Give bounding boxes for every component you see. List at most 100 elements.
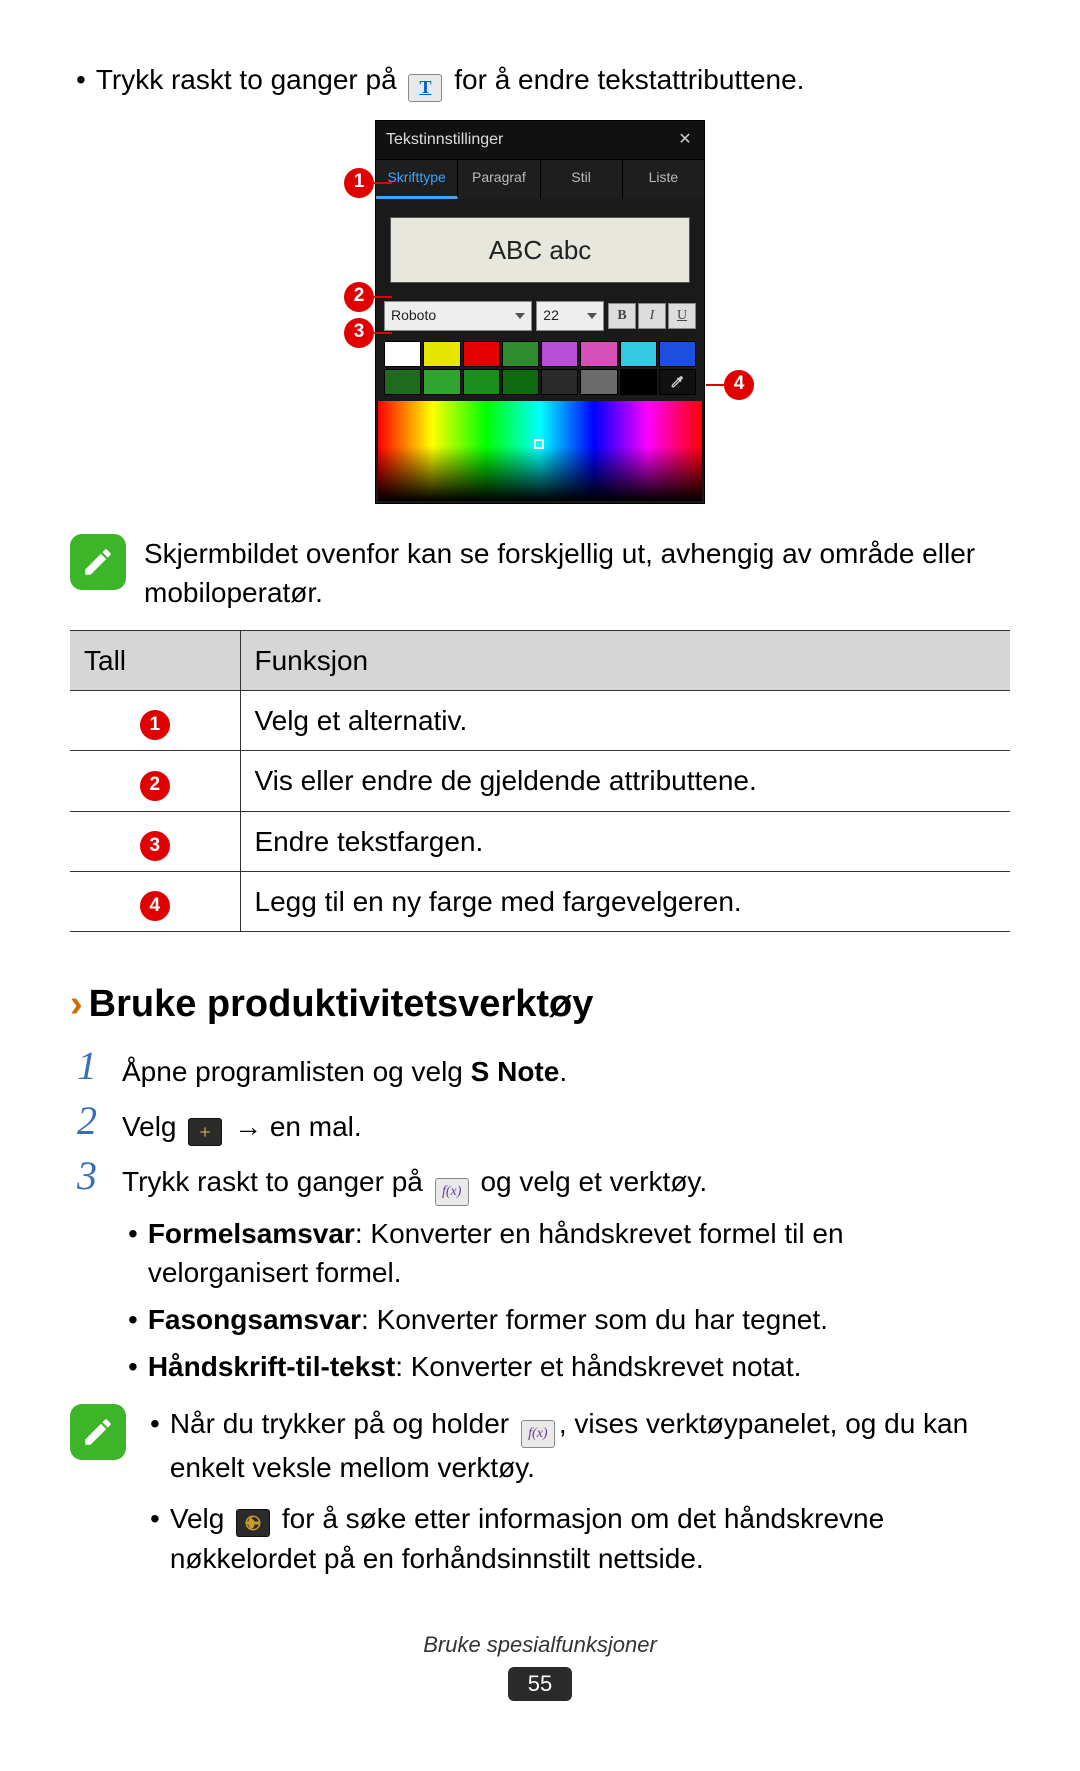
underline-button[interactable]: U: [668, 303, 696, 329]
color-swatches-row1: [376, 337, 704, 369]
th-number: Tall: [70, 630, 240, 690]
tip1-a: Når du trykker på og holder: [170, 1408, 517, 1439]
fn-cell: Vis eller endre de gjeldende attributten…: [240, 751, 1010, 811]
swatch[interactable]: [580, 369, 617, 395]
tip2-a: Velg: [170, 1503, 232, 1534]
panel-titlebar: Tekstinnstillinger ✕: [376, 121, 704, 160]
step-number: 3: [70, 1156, 104, 1395]
sub-rest: : Konverter former som du har tegnet.: [361, 1304, 828, 1335]
step1-bold: S Note: [471, 1056, 560, 1087]
bullet-dot: •: [144, 1499, 160, 1577]
font-select[interactable]: Roboto: [384, 301, 532, 331]
close-icon[interactable]: ✕: [676, 131, 694, 149]
sub-bullet: • Fasongsamsvar: Konverter former som du…: [122, 1300, 1010, 1339]
tip-bullet: • Velg for å søke etter informasjon om d…: [144, 1499, 1010, 1577]
step-number: 2: [70, 1101, 104, 1146]
table-row: 3 Endre tekstfargen.: [70, 811, 1010, 871]
step-body: Åpne programlisten og velg S Note.: [122, 1046, 1010, 1091]
bold-button[interactable]: B: [608, 303, 636, 329]
callout-line: [706, 384, 724, 386]
italic-button[interactable]: I: [638, 303, 666, 329]
table-row: 2 Vis eller endre de gjeldende attributt…: [70, 751, 1010, 811]
step3-b: og velg et verktøy.: [480, 1166, 707, 1197]
search-web-icon: [236, 1509, 270, 1537]
intro-text-b: for å endre tekstattributtene.: [454, 64, 804, 95]
font-row: Roboto 22 B I U: [376, 301, 704, 337]
swatch[interactable]: [463, 341, 500, 367]
swatch[interactable]: [541, 341, 578, 367]
note-text: Skjermbildet ovenfor kan se forskjellig …: [144, 534, 1010, 612]
tab-list[interactable]: Liste: [623, 160, 704, 199]
tip-bullet: • Når du trykker på og holder f(x) , vis…: [144, 1404, 1010, 1487]
footer-title: Bruke spesialfunksjoner: [70, 1630, 1010, 1661]
section-title: Bruke produktivitetsverktøy: [89, 983, 594, 1025]
callout-num: 1: [140, 710, 170, 740]
tip-text: Velg for å søke etter informasjon om det…: [170, 1499, 1010, 1577]
note-icon: [70, 534, 126, 590]
intro-text: Trykk raskt to ganger på T for å endre t…: [96, 60, 1010, 102]
formula-tool-icon: f(x): [435, 1178, 469, 1206]
eyedropper-button[interactable]: [659, 369, 696, 395]
step-1: 1 Åpne programlisten og velg S Note.: [70, 1046, 1010, 1091]
callout-4: 4: [724, 370, 754, 400]
sub-bullet: • Formelsamsvar: Konverter en håndskreve…: [122, 1214, 1010, 1292]
tips-list: • Når du trykker på og holder f(x) , vis…: [144, 1404, 1010, 1589]
callout-num: 4: [140, 891, 170, 921]
size-select[interactable]: 22: [536, 301, 604, 331]
chevron-right-icon: ›: [70, 983, 83, 1025]
swatch[interactable]: [580, 341, 617, 367]
tab-font[interactable]: Skrifttype: [376, 160, 458, 199]
callout-table: Tall Funksjon 1 Velg et alternativ. 2 Vi…: [70, 630, 1010, 932]
sub-bold: Fasongsamsvar: [148, 1304, 361, 1335]
swatch[interactable]: [541, 369, 578, 395]
swatch[interactable]: [620, 341, 657, 367]
sub-bold: Formelsamsvar: [148, 1218, 355, 1249]
swatch[interactable]: [423, 341, 460, 367]
swatch[interactable]: [384, 369, 421, 395]
sub-bold: Håndskrift-til-tekst: [148, 1351, 395, 1382]
step-body: Trykk raskt to ganger på f(x) og velg et…: [122, 1156, 1010, 1395]
swatch[interactable]: [423, 369, 460, 395]
text-settings-mock: Tekstinnstillinger ✕ Skrifttype Paragraf…: [350, 120, 730, 504]
note-region-variance: Skjermbildet ovenfor kan se forskjellig …: [70, 534, 1010, 612]
swatch[interactable]: [502, 341, 539, 367]
sub-text: Formelsamsvar: Konverter en håndskrevet …: [148, 1214, 1010, 1292]
table-row: 1 Velg et alternativ.: [70, 691, 1010, 751]
font-name: Roboto: [391, 306, 436, 326]
note-icon: [70, 1404, 126, 1460]
panel-tabs: Skrifttype Paragraf Stil Liste: [376, 160, 704, 199]
tab-paragraph[interactable]: Paragraf: [458, 160, 540, 199]
step-2: 2 Velg → en mal.: [70, 1101, 1010, 1146]
bullet-dot: •: [122, 1347, 138, 1386]
step3-sublist: • Formelsamsvar: Konverter en håndskreve…: [122, 1214, 1010, 1387]
page-number: 55: [508, 1667, 572, 1702]
section-heading: ›Bruke produktivitetsverktøy: [70, 978, 1010, 1031]
step2-a: Velg: [122, 1111, 184, 1142]
swatch[interactable]: [620, 369, 657, 395]
sub-text: Fasongsamsvar: Konverter former som du h…: [148, 1300, 1010, 1339]
fn-cell: Legg til en ny farge med fargevelgeren.: [240, 872, 1010, 932]
intro-text-a: Trykk raskt to ganger på: [96, 64, 405, 95]
callout-2: 2: [344, 282, 374, 312]
callout-1: 1: [344, 168, 374, 198]
swatch[interactable]: [659, 341, 696, 367]
panel-title: Tekstinnstillinger: [386, 129, 503, 151]
sub-text: Håndskrift-til-tekst: Konverter et hånds…: [148, 1347, 1010, 1386]
text-attr-icon-glyph: T: [419, 75, 431, 100]
text-preview: ABC abc: [390, 217, 690, 283]
callout-3: 3: [344, 318, 374, 348]
step-body: Velg → en mal.: [122, 1101, 1010, 1146]
callout-line: [374, 332, 392, 334]
tip2-b: for å søke etter informasjon om det hånd…: [170, 1503, 884, 1573]
fn-cell: Endre tekstfargen.: [240, 811, 1010, 871]
gradient-cursor[interactable]: [534, 439, 544, 449]
step-3: 3 Trykk raskt to ganger på f(x) og velg …: [70, 1156, 1010, 1395]
steps-list: 1 Åpne programlisten og velg S Note. 2 V…: [70, 1046, 1010, 1395]
tab-style[interactable]: Stil: [541, 160, 623, 199]
swatch[interactable]: [463, 369, 500, 395]
step3-a: Trykk raskt to ganger på: [122, 1166, 431, 1197]
color-gradient[interactable]: [378, 401, 702, 501]
swatch[interactable]: [502, 369, 539, 395]
bullet-dot: •: [70, 60, 86, 102]
swatch[interactable]: [384, 341, 421, 367]
